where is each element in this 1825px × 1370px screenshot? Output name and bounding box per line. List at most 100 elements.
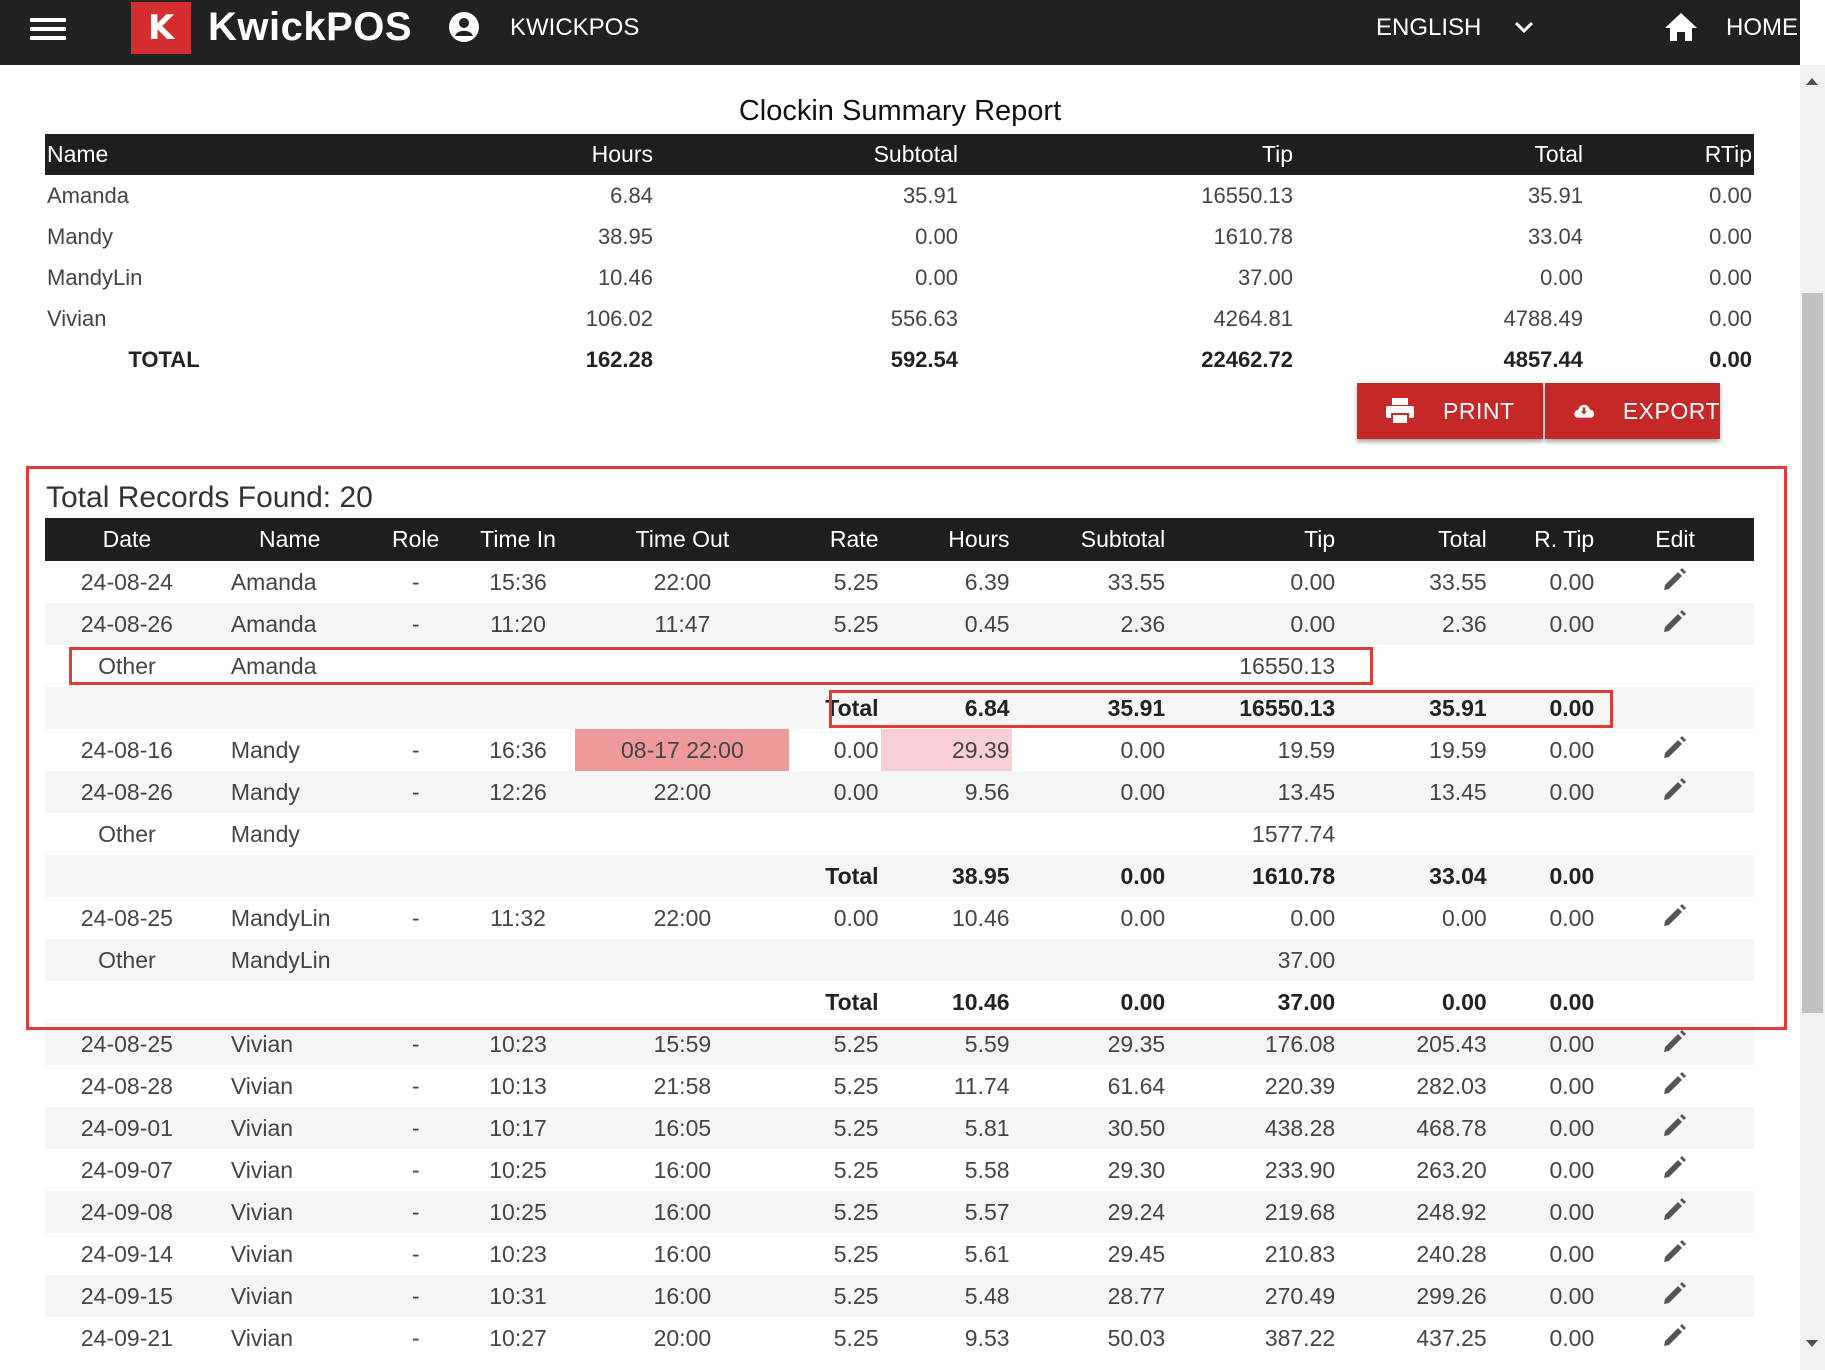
summary-row: Amanda 6.84 35.91 16550.13 35.91 0.00 [45,175,1754,216]
table-row: 24-09-15 Vivian -10:31 16:00 5.25 5.48 28.77 27… [45,1275,1754,1317]
table-row: 24-09-07 Vivian - 10:25 16:00 5.25 5.58 29.30 23… [45,1149,1754,1191]
records-cell-total: 299.26 [1337,1275,1489,1317]
summary-cell-total: 33.04 [1527,223,1583,249]
records-cell-rtip: 0.00 [1488,1191,1597,1233]
records-cell-role: - [411,1072,420,1099]
summary-total-row: TOTAL 162.28 592.54 22462.72 4857.44 0.00 [45,339,1754,380]
records-cell-total: 437.25 [1416,1324,1487,1351]
records-cell-time-in: 10:13 [489,1072,547,1099]
edit-pencil-icon[interactable] [1661,1027,1689,1055]
records-cell-total: 248.92 [1337,1191,1489,1233]
records-cell-tip: 233.90 [1264,1156,1336,1183]
summary-cell-hours: 106.02 [585,305,653,331]
print-label: PRINT [1443,397,1515,424]
records-cell-edit [1596,1149,1754,1191]
report-title: Clockin Summary Report [738,95,1062,127]
records-cell-hours: 5.57 [880,1191,1012,1233]
records-cell-name: Vivian [230,1240,294,1267]
records-cell-date: 24-09-15 [45,1275,209,1317]
summary-cell-hours: 10.46 [597,264,653,290]
records-cell-rtip: 0.00 [1488,1275,1597,1317]
table-row: 24-09-21 Vivian - 10:27 20:00 5.25 9.53 50.03 38… [45,1317,1754,1355]
summary-header-rtip: RTip [1585,134,1754,175]
edit-pencil-icon[interactable] [1661,1237,1689,1265]
records-cell-edit [1596,1317,1754,1355]
edit-pencil-icon[interactable] [1661,1279,1689,1307]
records-cell-name: Vivian [230,1324,294,1351]
records-cell-date: 24-09-08 [45,1191,209,1233]
records-cell-time-in: 10:25 [460,1191,576,1233]
records-cell-time-out: 21:58 [653,1072,712,1099]
edit-pencil-icon[interactable] [1661,1195,1689,1223]
language-select[interactable]: ENGLISH [1376,14,1481,42]
account-name[interactable]: KWICKPOS [510,14,639,42]
records-cell-hours: 5.61 [964,1240,1010,1267]
records-cell-time-out: 16:00 [575,1275,790,1317]
print-button[interactable]: PRINT [1357,383,1543,439]
table-row: 24-08-28 Vivian - 10:13 21:58 5.25 11.74 61.64 2… [45,1065,1754,1107]
summary-total-rtip: 0.00 [1709,346,1752,372]
summary-cell-name: MandyLin [47,264,143,290]
cloud-download-icon [1574,404,1595,418]
records-cell-role: - [411,1324,420,1351]
scrollbar-thumb[interactable] [1802,293,1823,1013]
records-cell-rate: 5.25 [789,1107,881,1149]
summary-cell-rtip: 0.00 [1709,264,1752,290]
summary-cell-name: Amanda [47,182,129,208]
annotation-box-total-amanda [829,690,1613,728]
records-cell-edit [1596,1275,1754,1317]
summary-cell-tip: 1610.78 [1213,223,1293,249]
records-cell-time-out: 16:00 [653,1156,712,1183]
printer-icon [1386,398,1414,425]
records-cell-edit [1596,1065,1754,1107]
home-icon[interactable] [1664,11,1698,43]
records-cell-rate: 5.25 [789,1275,881,1317]
records-cell-date: 24-09-14 [80,1240,173,1267]
summary-cell-subtotal: 0.00 [915,264,958,290]
summary-cell-hours: 38.95 [597,223,653,249]
summary-total-total: 4857.44 [1503,346,1583,372]
records-cell-tip: 438.28 [1167,1107,1338,1149]
top-bar: K KwickPOS KWICKPOS ENGLISH HOME [0,0,1800,65]
summary-row: Vivian 106.02 556.63 4264.81 4788.49 0.00 [45,298,1754,339]
records-cell-time-in: 10:25 [489,1156,547,1183]
records-cell-tip: 219.68 [1167,1191,1338,1233]
records-cell-date: 24-09-01 [45,1107,209,1149]
records-cell-time-out: 20:00 [653,1324,712,1351]
summary-cell-subtotal: 556.63 [890,305,958,331]
records-cell-hours: 5.58 [964,1156,1010,1183]
records-cell-rtip: 0.00 [1549,1324,1595,1351]
summary-row: Mandy 38.95 0.00 1610.78 33.04 0.00 [45,216,1754,257]
annotation-box-records [26,466,1787,1030]
edit-pencil-icon[interactable] [1661,1069,1689,1097]
scroll-up-arrow-icon[interactable] [1806,78,1818,85]
hamburger-menu-icon[interactable] [30,14,66,44]
records-cell-subtotal: 50.03 [1107,1324,1166,1351]
export-button[interactable]: EXPORT [1545,383,1720,439]
chevron-down-icon[interactable] [1513,16,1535,38]
summary-cell-total: 35.91 [1527,182,1583,208]
records-cell-role: - [411,1240,420,1267]
records-cell-subtotal: 28.77 [1011,1275,1168,1317]
records-cell-subtotal: 29.30 [1107,1156,1166,1183]
scroll-down-arrow-icon[interactable] [1806,1340,1818,1347]
records-cell-date: 24-09-21 [80,1324,173,1351]
records-cell-time-out: 16:00 [653,1240,712,1267]
records-cell-hours: 9.53 [964,1324,1010,1351]
edit-pencil-icon[interactable] [1661,1153,1689,1181]
records-cell-name: Vivian [208,1275,371,1317]
export-label: EXPORT [1622,397,1720,424]
records-cell-rtip: 0.00 [1549,1240,1595,1267]
records-cell-rtip: 0.00 [1549,1072,1595,1099]
edit-pencil-icon[interactable] [1661,1321,1689,1349]
records-cell-rtip: 0.00 [1488,1107,1597,1149]
summary-header-tip: Tip [960,134,1295,175]
records-cell-total: 468.78 [1337,1107,1489,1149]
records-cell-time-in: 10:17 [460,1107,576,1149]
records-cell-name: Vivian [230,1072,294,1099]
edit-pencil-icon[interactable] [1661,1111,1689,1139]
home-link[interactable]: HOME [1726,14,1798,42]
account-icon[interactable] [448,11,480,43]
records-cell-tip: 270.49 [1167,1275,1338,1317]
summary-cell-subtotal: 0.00 [915,223,958,249]
